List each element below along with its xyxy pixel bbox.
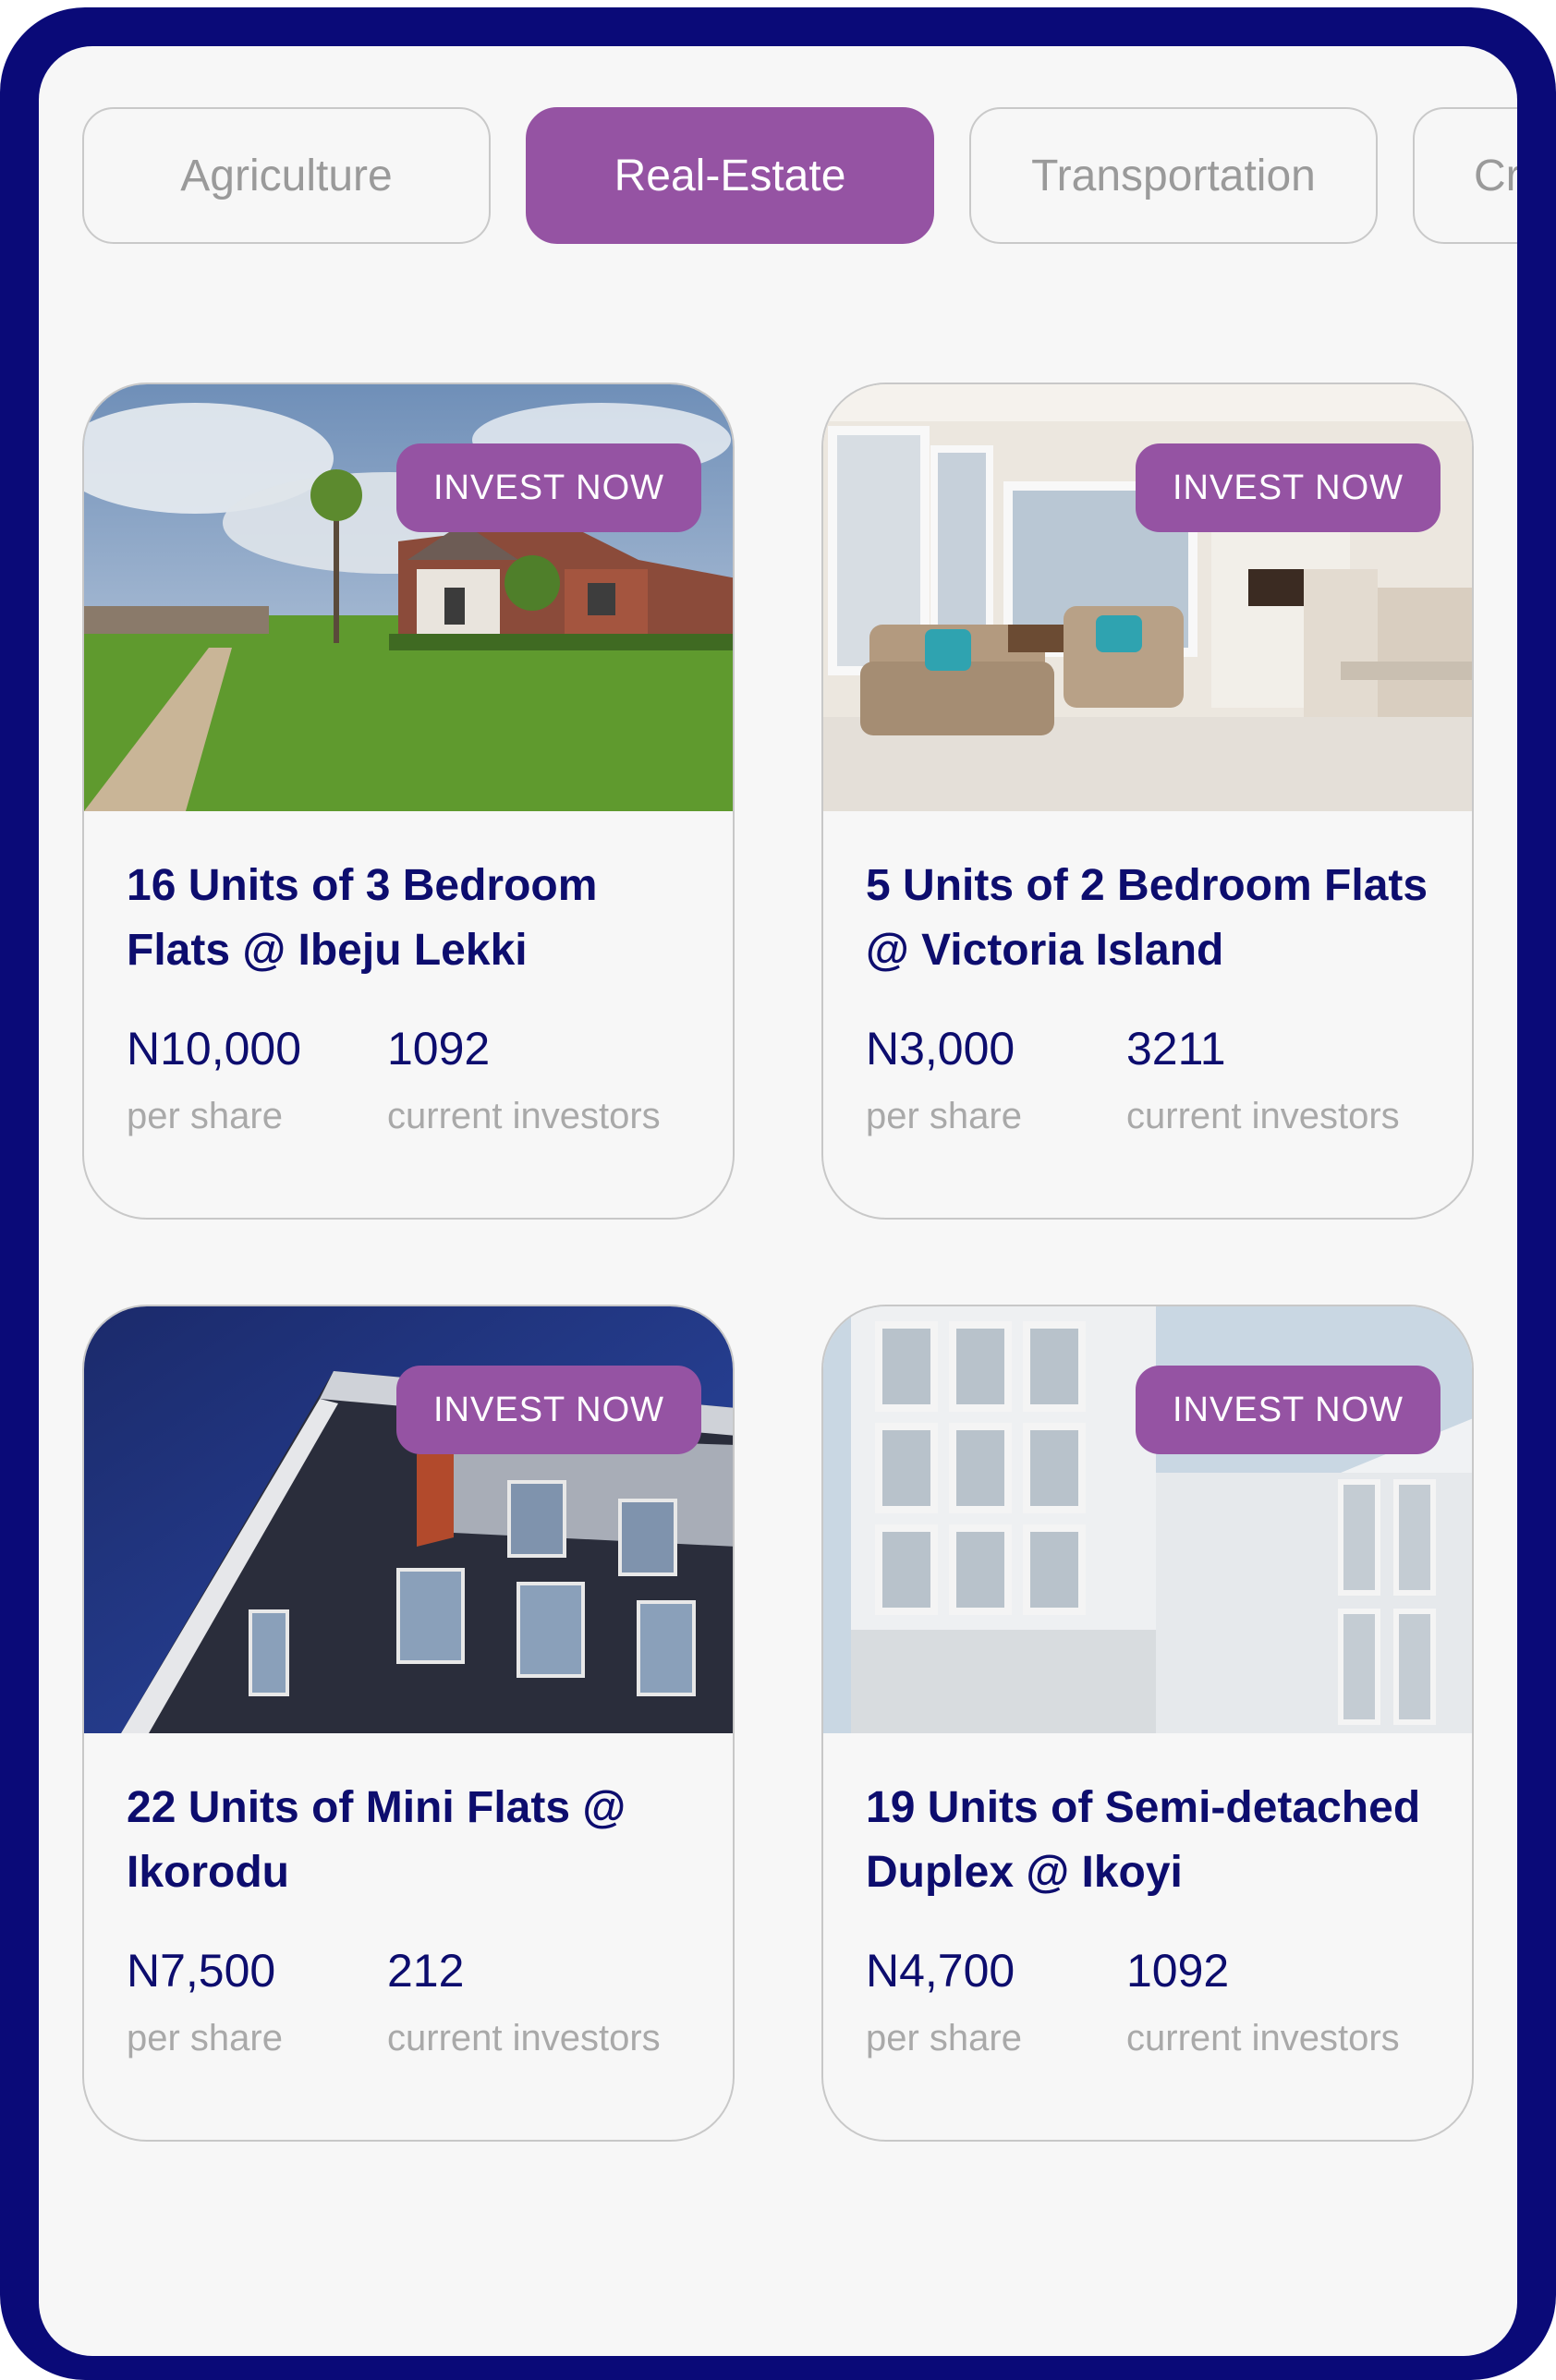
price-per-share: N3,000 <box>866 1023 1015 1075</box>
price-label: per share <box>866 2018 1022 2058</box>
property-photo: INVEST NOW <box>823 384 1472 811</box>
tab-partial[interactable]: Cr <box>1413 107 1517 244</box>
price-label: per share <box>866 1096 1022 1136</box>
category-tabs: Agriculture Real-Estate Transportation C… <box>82 107 1517 246</box>
property-title: 16 Units of 3 Bedroom Flats @ Ibeju Lekk… <box>127 861 598 975</box>
invest-now-button[interactable]: INVEST NOW <box>1136 1366 1441 1454</box>
investor-label: current investors <box>387 2018 661 2058</box>
price-label: per share <box>127 1096 283 1136</box>
tab-agriculture[interactable]: Agriculture <box>82 107 491 244</box>
investor-count: 1092 <box>1126 1945 1230 1997</box>
property-photo: INVEST NOW <box>823 1306 1472 1733</box>
property-card[interactable]: INVEST NOW 16 Units of 3 Bedroom Flats @… <box>82 382 735 1220</box>
price-per-share: N10,000 <box>127 1023 302 1075</box>
investor-count: 1092 <box>387 1023 491 1075</box>
price-per-share: N7,500 <box>127 1945 276 1997</box>
investor-label: current investors <box>1126 1096 1400 1136</box>
investor-count: 3211 <box>1126 1023 1226 1075</box>
property-photo: INVEST NOW <box>84 384 733 811</box>
invest-now-button[interactable]: INVEST NOW <box>396 1366 701 1454</box>
invest-now-button[interactable]: INVEST NOW <box>396 443 701 532</box>
property-title: 19 Units of Semi-detached Duplex @ Ikoyi <box>866 1783 1421 1897</box>
invest-now-button[interactable]: INVEST NOW <box>1136 443 1441 532</box>
price-label: per share <box>127 2018 283 2058</box>
investor-label: current investors <box>1126 2018 1400 2058</box>
property-card[interactable]: INVEST NOW 22 Units of Mini Flats @ Ikor… <box>82 1305 735 2142</box>
investor-label: current investors <box>387 1096 661 1136</box>
device-frame: Agriculture Real-Estate Transportation C… <box>0 7 1556 2380</box>
property-title: 5 Units of 2 Bedroom Flats @ Victoria Is… <box>866 861 1428 975</box>
property-title: 22 Units of Mini Flats @ Ikorodu <box>127 1783 626 1897</box>
screen: Agriculture Real-Estate Transportation C… <box>39 46 1517 2356</box>
tab-transportation[interactable]: Transportation <box>969 107 1378 244</box>
investor-count: 212 <box>387 1945 465 1997</box>
property-card[interactable]: INVEST NOW 5 Units of 2 Bedroom Flats @ … <box>821 382 1474 1220</box>
price-per-share: N4,700 <box>866 1945 1015 1997</box>
tab-real-estate[interactable]: Real-Estate <box>526 107 934 244</box>
property-photo: INVEST NOW <box>84 1306 733 1733</box>
property-card[interactable]: INVEST NOW 19 Units of Semi-detached Dup… <box>821 1305 1474 2142</box>
